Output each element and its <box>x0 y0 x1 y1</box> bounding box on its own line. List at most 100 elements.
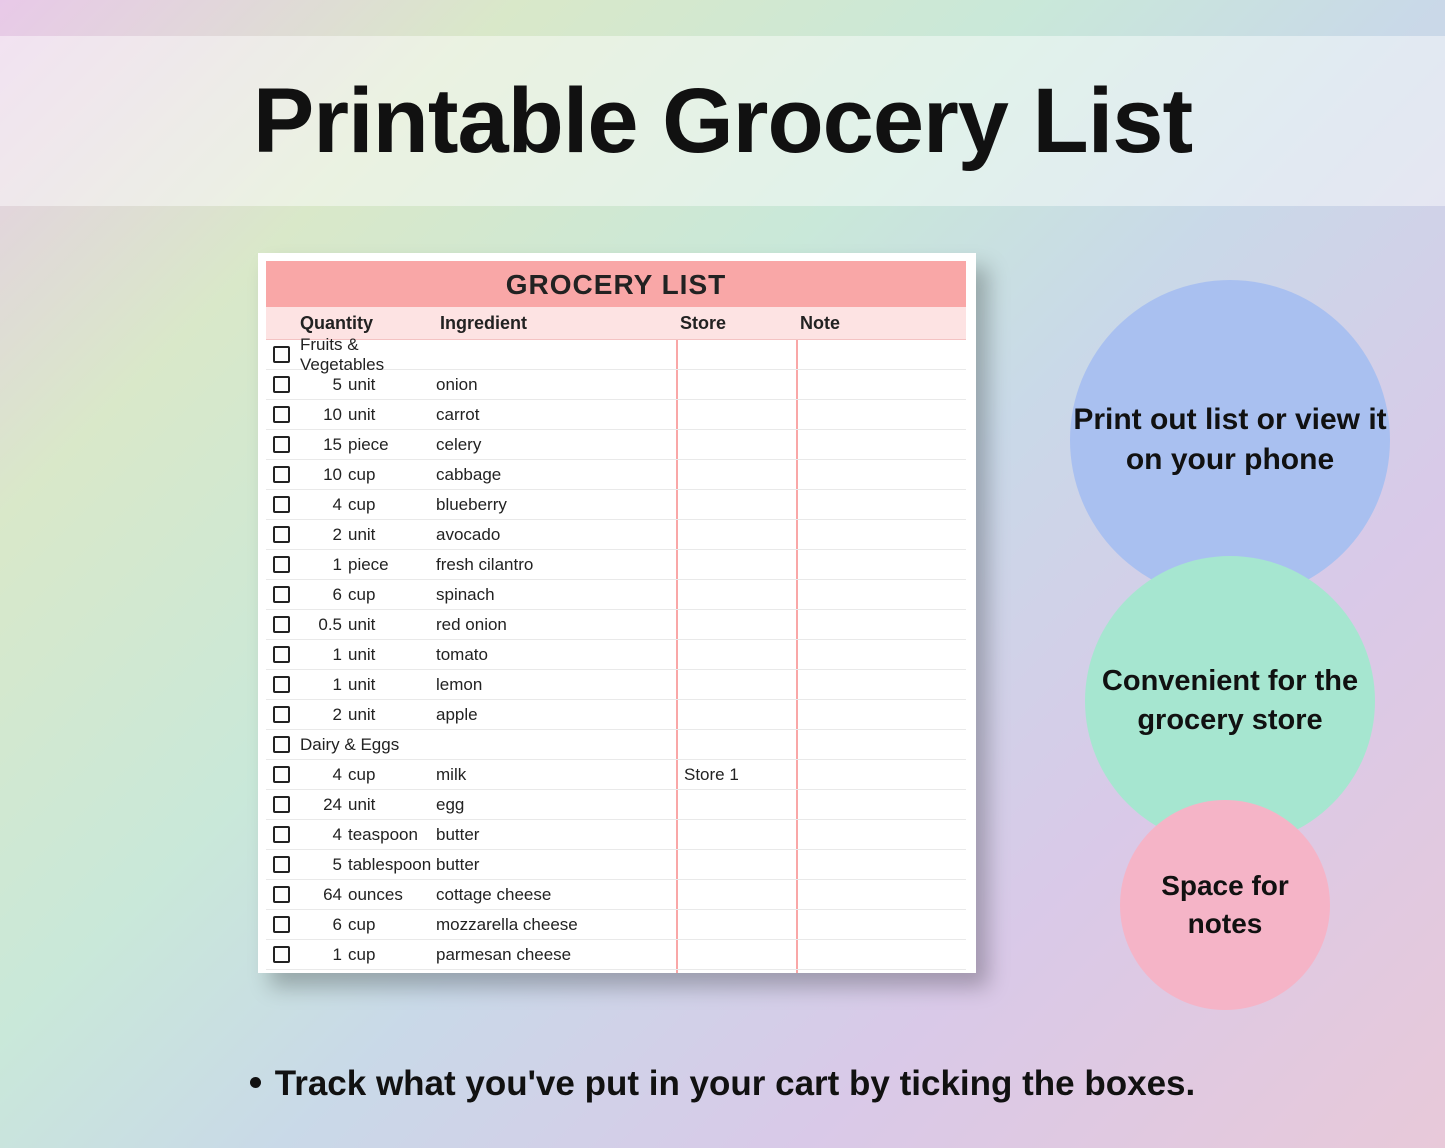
checkbox-icon[interactable] <box>273 886 290 903</box>
qty-value: 5 <box>300 855 348 875</box>
note-cell <box>796 580 966 609</box>
qty-unit: unit <box>348 705 436 725</box>
qty-value: 64 <box>300 885 348 905</box>
checkbox-icon[interactable] <box>273 826 290 843</box>
table-row: 10cupcabbage <box>266 460 966 490</box>
note-cell <box>796 640 966 669</box>
store-cell <box>676 430 796 459</box>
note-cell <box>796 790 966 819</box>
table-row: 15piececelery <box>266 430 966 460</box>
note-cell <box>796 670 966 699</box>
qty-unit: unit <box>348 615 436 635</box>
qty-value: 0.5 <box>300 615 348 635</box>
qty-value: 6 <box>300 915 348 935</box>
qty-unit: ounces <box>348 885 436 905</box>
store-cell <box>676 850 796 879</box>
note-cell <box>796 820 966 849</box>
note-cell <box>796 880 966 909</box>
section-label: Dairy & Eggs <box>300 735 399 755</box>
checkbox-icon[interactable] <box>273 916 290 933</box>
qty-value: 4 <box>300 495 348 515</box>
grocery-sheet: GROCERY LIST Quantity Ingredient Store N… <box>258 253 976 973</box>
ingredient-cell: milk <box>436 765 676 785</box>
checkbox-icon[interactable] <box>273 856 290 873</box>
store-cell <box>676 910 796 939</box>
ingredient-cell: onion <box>436 375 676 395</box>
footnote: Track what you've put in your cart by ti… <box>0 1064 1445 1104</box>
note-cell <box>796 370 966 399</box>
note-cell <box>796 760 966 789</box>
qty-unit: unit <box>348 675 436 695</box>
checkbox-icon[interactable] <box>273 676 290 693</box>
checkbox-icon[interactable] <box>273 526 290 543</box>
qty-value: 2 <box>300 705 348 725</box>
callout-print: Print out list or view it on your phone <box>1070 280 1390 600</box>
note-cell <box>796 340 966 369</box>
ingredient-cell: cabbage <box>436 465 676 485</box>
ingredient-cell: blueberry <box>436 495 676 515</box>
checkbox-icon[interactable] <box>273 406 290 423</box>
ingredient-cell: tomato <box>436 645 676 665</box>
store-cell <box>676 670 796 699</box>
qty-unit: unit <box>348 645 436 665</box>
table-row: 1unittomato <box>266 640 966 670</box>
qty-value: 4 <box>300 765 348 785</box>
callout-notes-text: Space for notes <box>1120 867 1330 943</box>
ingredient-cell: carrot <box>436 405 676 425</box>
store-cell <box>676 460 796 489</box>
page-title: Printable Grocery List <box>253 69 1192 174</box>
checkbox-icon[interactable] <box>273 346 290 363</box>
qty-value: 4 <box>300 825 348 845</box>
checkbox-icon[interactable] <box>273 946 290 963</box>
note-cell <box>796 490 966 519</box>
qty-unit: unit <box>348 795 436 815</box>
ingredient-cell: celery <box>436 435 676 455</box>
note-cell <box>796 400 966 429</box>
store-cell: Store 1 <box>676 760 796 789</box>
checkbox-icon[interactable] <box>273 556 290 573</box>
store-cell <box>676 820 796 849</box>
store-cell <box>676 490 796 519</box>
store-cell <box>676 940 796 969</box>
callout-print-text: Print out list or view it on your phone <box>1070 400 1390 481</box>
store-cell <box>676 610 796 639</box>
qty-value: 1 <box>300 645 348 665</box>
table-row: 2unitapple <box>266 700 966 730</box>
store-cell <box>676 520 796 549</box>
col-header-ingredient: Ingredient <box>436 307 676 339</box>
bullet-icon <box>250 1077 261 1088</box>
ingredient-cell: mozzarella cheese <box>436 915 676 935</box>
checkbox-icon[interactable] <box>273 586 290 603</box>
checkbox-icon[interactable] <box>273 736 290 753</box>
table-row: 4cupblueberry <box>266 490 966 520</box>
qty-value: 1 <box>300 675 348 695</box>
table-body: Fruits & Vegetables5unitonion10unitcarro… <box>266 340 966 973</box>
callout-convenient-text: Convenient for the grocery store <box>1085 662 1375 740</box>
checkbox-icon[interactable] <box>273 796 290 813</box>
note-cell <box>796 520 966 549</box>
ingredient-cell: fresh cilantro <box>436 555 676 575</box>
note-cell <box>796 430 966 459</box>
qty-unit: piece <box>348 435 436 455</box>
checkbox-icon[interactable] <box>273 436 290 453</box>
table-row: 5unitonion <box>266 370 966 400</box>
checkbox-icon[interactable] <box>273 496 290 513</box>
checkbox-icon[interactable] <box>273 616 290 633</box>
table-row: Dairy & Eggs <box>266 730 966 760</box>
section-label: Fruits & Vegetables <box>300 335 436 375</box>
table-row: 6cupmozzarella cheese <box>266 910 966 940</box>
checkbox-icon[interactable] <box>273 376 290 393</box>
checkbox-icon[interactable] <box>273 466 290 483</box>
callout-notes: Space for notes <box>1120 800 1330 1010</box>
table-row: 1unitlemon <box>266 670 966 700</box>
checkbox-icon[interactable] <box>273 706 290 723</box>
checkbox-icon[interactable] <box>273 646 290 663</box>
note-cell <box>796 910 966 939</box>
qty-value: 1 <box>300 555 348 575</box>
qty-value: 15 <box>300 435 348 455</box>
note-cell <box>796 550 966 579</box>
col-header-store: Store <box>676 307 796 339</box>
ingredient-cell: parmesan cheese <box>436 945 676 965</box>
checkbox-icon[interactable] <box>273 766 290 783</box>
table-row: 2unitavocado <box>266 520 966 550</box>
